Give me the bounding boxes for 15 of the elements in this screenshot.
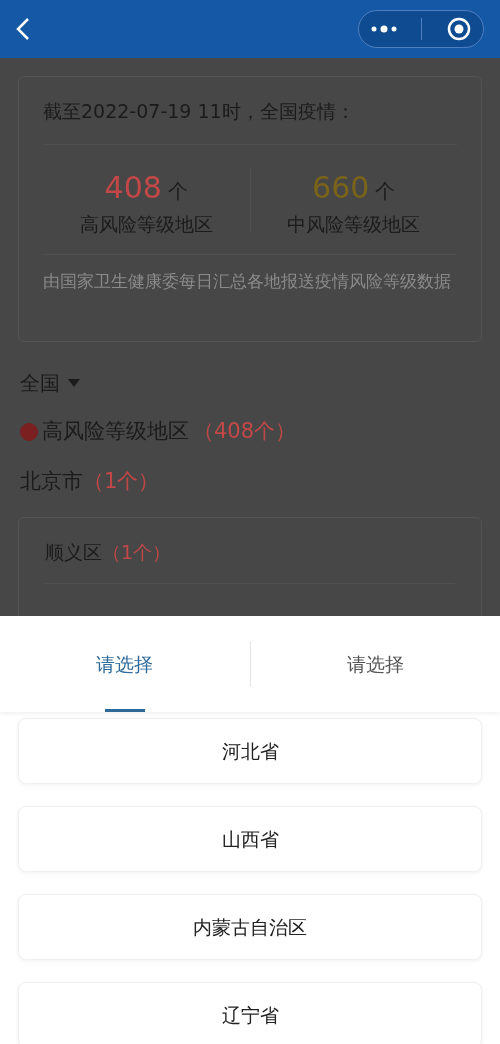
province-option[interactable]: 辽宁省 (18, 982, 482, 1044)
province-option[interactable]: 河北省 (18, 718, 482, 784)
source-note: 由国家卫生健康委每日汇总各地报送疫情风险等级数据 (43, 271, 451, 291)
city-count: （1个） (83, 468, 160, 493)
picker-tab[interactable]: 请选择 (250, 616, 500, 712)
more-icon[interactable] (371, 25, 398, 33)
province-option[interactable]: 山西省 (18, 806, 482, 872)
province-option[interactable]: 内蒙古自治区 (18, 894, 482, 960)
stat-number: 408 (104, 169, 162, 205)
district-count: （1个） (102, 541, 172, 563)
close-icon[interactable] (446, 17, 471, 41)
back-icon[interactable] (16, 17, 30, 41)
risk-dot (20, 422, 38, 441)
level-count: （408个） (193, 418, 297, 445)
picker-tab[interactable]: 请选择 (0, 616, 250, 712)
